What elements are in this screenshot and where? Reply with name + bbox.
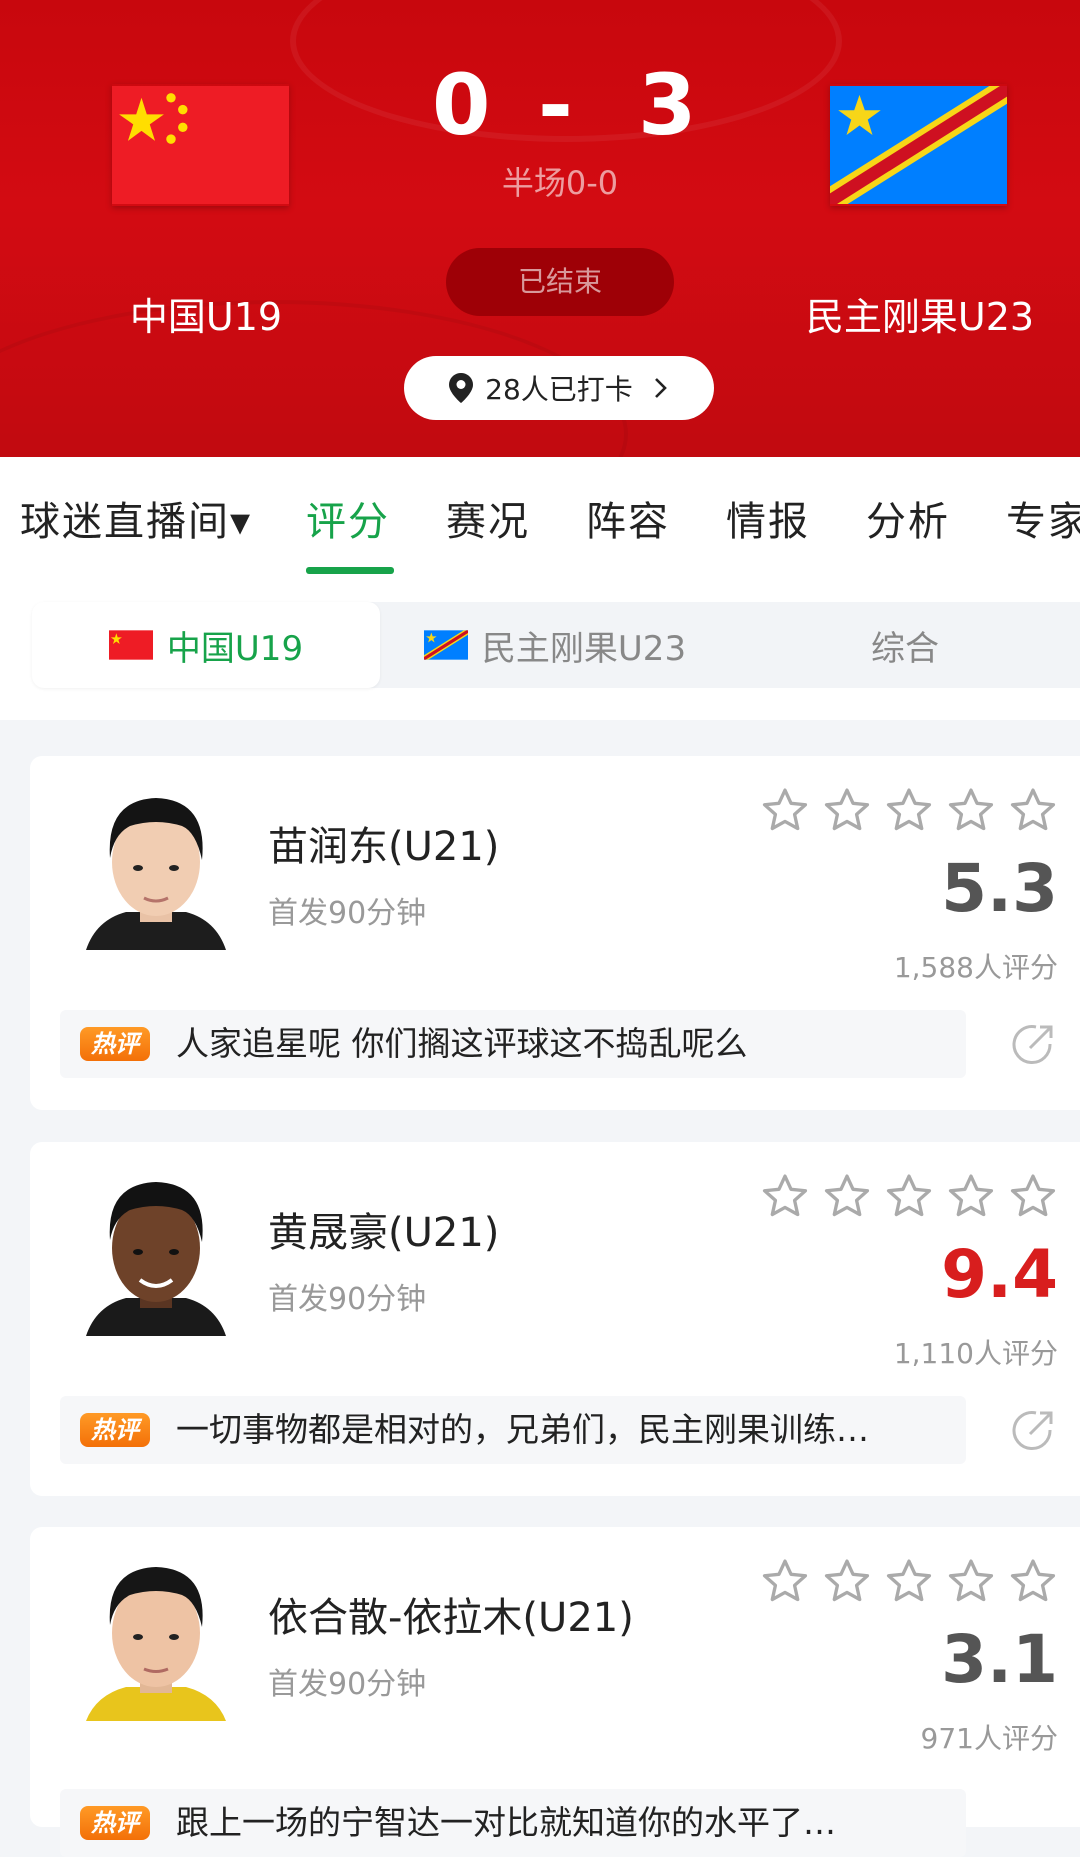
star-icon[interactable]	[946, 786, 996, 836]
star-rating-input[interactable]	[748, 786, 1058, 836]
tab-fan-live-room[interactable]: 球迷直播间▾	[20, 489, 252, 547]
player-rating-card[interactable]: 苗润东(U21) 首发90分钟 5.3 1,588人评分 热评 人家追星呢 你们…	[30, 756, 1080, 1110]
tab-bar: 球迷直播间▾ 评分 赛况 阵容 情报 分析 专家	[0, 457, 1080, 595]
team-tab-away[interactable]: 民主刚果U23	[380, 602, 730, 688]
china-flag-icon	[112, 86, 289, 204]
scoreboard: 0 - 3	[380, 50, 700, 160]
star-icon[interactable]	[760, 1557, 810, 1607]
halftime-score: 半场0-0	[501, 164, 619, 202]
tab-intel[interactable]: 情报	[726, 489, 810, 547]
location-pin-icon	[449, 373, 474, 403]
tab-match-events[interactable]: 赛况	[446, 489, 530, 547]
star-icon[interactable]	[1008, 786, 1058, 836]
home-team-name[interactable]: 中国U19	[96, 286, 316, 341]
hot-comment-text: 一切事物都是相对的，兄弟们，民主刚果训练…	[176, 1410, 869, 1449]
checkin-count: 28人已打卡	[485, 373, 633, 406]
tab-ratings[interactable]: 评分	[306, 489, 390, 547]
star-icon[interactable]	[760, 786, 810, 836]
hot-comment[interactable]: 热评 一切事物都是相对的，兄弟们，民主刚果训练…	[60, 1396, 966, 1464]
hot-comment-badge: 热评	[80, 1413, 150, 1447]
player-rating-card[interactable]: 依合散-依拉木(U21) 首发90分钟 3.1 971人评分 热评 跟上一场的宁…	[30, 1527, 1080, 1857]
tab-analysis[interactable]: 分析	[866, 489, 950, 547]
star-icon[interactable]	[1008, 1172, 1058, 1222]
team-tab-label: 中国U19	[166, 628, 304, 669]
player-minutes: 首发90分钟	[268, 896, 427, 931]
player-rating-card[interactable]: 黄晟豪(U21) 首发90分钟 9.4 1,110人评分 热评 一切事物都是相对…	[30, 1142, 1080, 1496]
hot-comment[interactable]: 热评 人家追星呢 你们搁这评球这不捣乱呢么	[60, 1010, 966, 1078]
team-tab-label: 综合	[871, 628, 939, 669]
score-separator: -	[538, 56, 573, 154]
star-icon[interactable]	[884, 1172, 934, 1222]
team-tab-home[interactable]: 中国U19	[32, 602, 380, 688]
hot-comment-text: 跟上一场的宁智达一对比就知道你的水平了…	[176, 1803, 836, 1842]
player-name: 苗润东(U21)	[268, 824, 500, 870]
match-status-badge: 已结束	[446, 248, 674, 316]
away-score: 3	[638, 56, 697, 154]
rating-vote-count: 1,588人评分	[893, 951, 1058, 984]
hot-comment[interactable]: 热评 跟上一场的宁智达一对比就知道你的水平了…	[60, 1789, 966, 1857]
star-icon[interactable]	[822, 1557, 872, 1607]
star-icon[interactable]	[946, 1172, 996, 1222]
share-icon[interactable]	[1010, 1022, 1056, 1068]
star-icon[interactable]	[760, 1172, 810, 1222]
rating-vote-count: 971人评分	[920, 1722, 1058, 1755]
player-avatar	[86, 798, 226, 950]
dr-congo-flag-icon	[830, 86, 1007, 204]
team-selector: 中国U19 民主刚果U23 综合	[32, 602, 1080, 688]
player-rating-score: 3.1	[941, 1621, 1058, 1698]
player-minutes: 首发90分钟	[268, 1667, 427, 1702]
star-icon[interactable]	[1008, 1557, 1058, 1607]
player-avatar	[86, 1182, 226, 1336]
away-team-name[interactable]: 民主刚果U23	[790, 286, 1050, 341]
china-flag-icon	[108, 630, 153, 660]
match-header: 0 - 3 半场0-0 已结束 中国U19 民主刚果U23 28人已打卡	[0, 0, 1080, 457]
player-minutes: 首发90分钟	[268, 1282, 427, 1317]
player-rating-score: 9.4	[941, 1236, 1058, 1313]
player-name: 依合散-依拉木(U21)	[268, 1595, 634, 1641]
dr-congo-flag-icon	[423, 630, 468, 660]
star-icon[interactable]	[822, 786, 872, 836]
tab-lineup[interactable]: 阵容	[586, 489, 670, 547]
star-icon[interactable]	[822, 1172, 872, 1222]
hot-comment-badge: 热评	[80, 1027, 150, 1061]
checkin-button[interactable]: 28人已打卡	[404, 356, 714, 420]
hot-comment-badge: 热评	[80, 1806, 150, 1840]
team-tab-label: 民主刚果U23	[481, 628, 687, 669]
player-name: 黄晟豪(U21)	[268, 1210, 500, 1256]
player-rating-score: 5.3	[941, 850, 1058, 927]
player-avatar	[86, 1567, 226, 1721]
home-score: 0	[432, 56, 491, 154]
star-rating-input[interactable]	[748, 1172, 1058, 1222]
star-icon[interactable]	[884, 786, 934, 836]
hot-comment-text: 人家追星呢 你们搁这评球这不捣乱呢么	[176, 1024, 748, 1063]
star-rating-input[interactable]	[748, 1557, 1058, 1607]
active-tab-indicator	[306, 567, 394, 574]
star-icon[interactable]	[946, 1557, 996, 1607]
team-tab-combined[interactable]: 综合	[730, 602, 1080, 688]
chevron-right-icon	[654, 378, 667, 398]
star-icon[interactable]	[884, 1557, 934, 1607]
rating-vote-count: 1,110人评分	[893, 1337, 1058, 1370]
share-icon[interactable]	[1010, 1408, 1056, 1454]
tab-experts[interactable]: 专家	[1006, 489, 1080, 547]
